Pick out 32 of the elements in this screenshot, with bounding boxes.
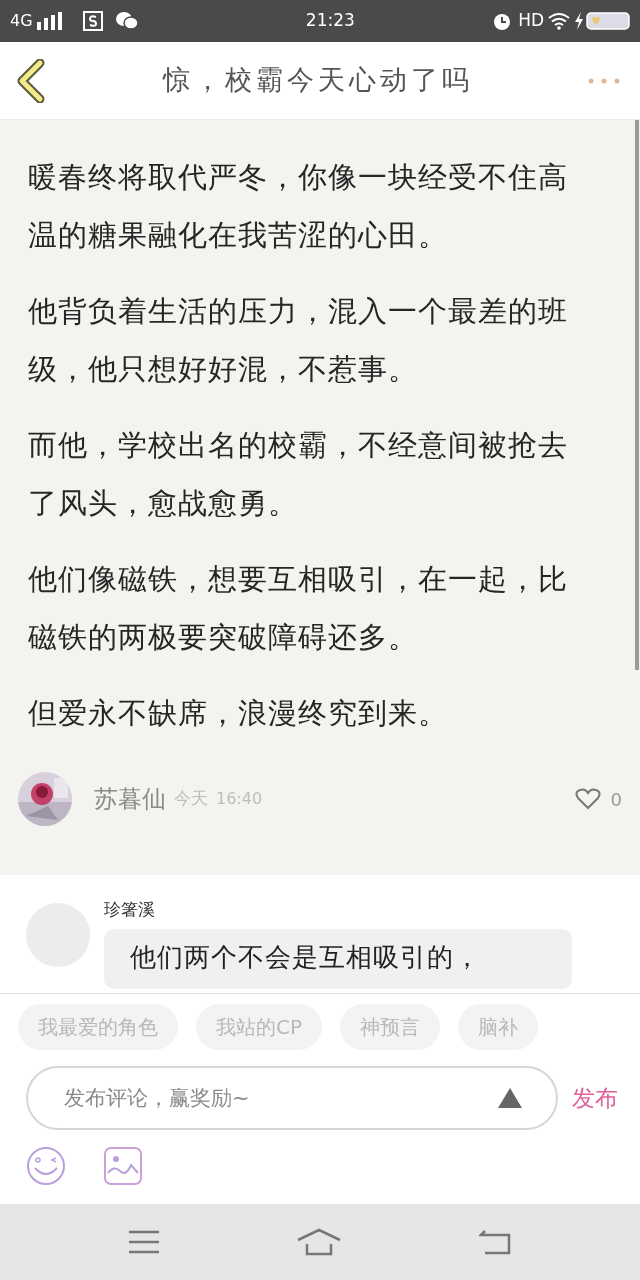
charging-bolt-icon — [574, 12, 584, 30]
post-paragraph: 而他，学校出名的校霸，不经意间被抢去了风头，愈战愈勇。 — [28, 427, 569, 522]
network-label: 4G — [10, 10, 33, 32]
alarm-icon — [492, 11, 513, 31]
more-dots-icon — [587, 76, 621, 85]
author-name: 苏暮仙 — [94, 784, 166, 815]
topic-chip[interactable]: 脑补 — [458, 1004, 539, 1050]
menu-button[interactable] — [129, 1230, 159, 1254]
back-nav-button[interactable] — [479, 1229, 511, 1255]
post-paragraph: 他们像磁铁，想要互相吸引，在一起，比磁铁的两极要突破障碍还多。 — [28, 561, 569, 656]
post-paragraph: 暖春终将取代严冬，你像一块经受不住高温的糖果融化在我苦涩的心田。 — [28, 159, 569, 254]
comment-text: 他们两个不会是互相吸引的， — [130, 941, 481, 972]
clock-time: 21:23 — [305, 9, 355, 33]
post-paragraph: 但爱永不缺席，浪漫终究到来。 — [28, 695, 449, 732]
triangle-icon — [498, 1088, 522, 1108]
topic-chip[interactable]: 神预言 — [340, 1004, 441, 1050]
page-title: 惊，校霸今天心动了吗 — [163, 63, 473, 98]
topic-chip[interactable]: 我站的CP — [196, 1004, 323, 1050]
like-button[interactable]: 0 — [574, 785, 622, 813]
send-button[interactable]: 发布 — [572, 1080, 618, 1116]
commenter-name: 珍箸溪 — [104, 898, 156, 921]
battery-icon — [586, 12, 630, 30]
post-paragraph: 他背负着生活的压力，混入一个最差的班级，他只想好好混，不惹事。 — [28, 293, 569, 388]
comment-input[interactable]: 发布评论，赢奖励~ — [26, 1066, 558, 1130]
hd-label: HD — [518, 9, 544, 33]
home-button[interactable] — [297, 1228, 341, 1256]
image-button[interactable] — [104, 1147, 142, 1185]
topic-chip[interactable]: 我最爱的角色 — [18, 1004, 178, 1050]
chat-bubbles-icon — [114, 11, 139, 31]
emoji-button[interactable] — [26, 1146, 66, 1186]
wifi-icon — [548, 12, 570, 30]
signal-icon — [36, 12, 63, 30]
